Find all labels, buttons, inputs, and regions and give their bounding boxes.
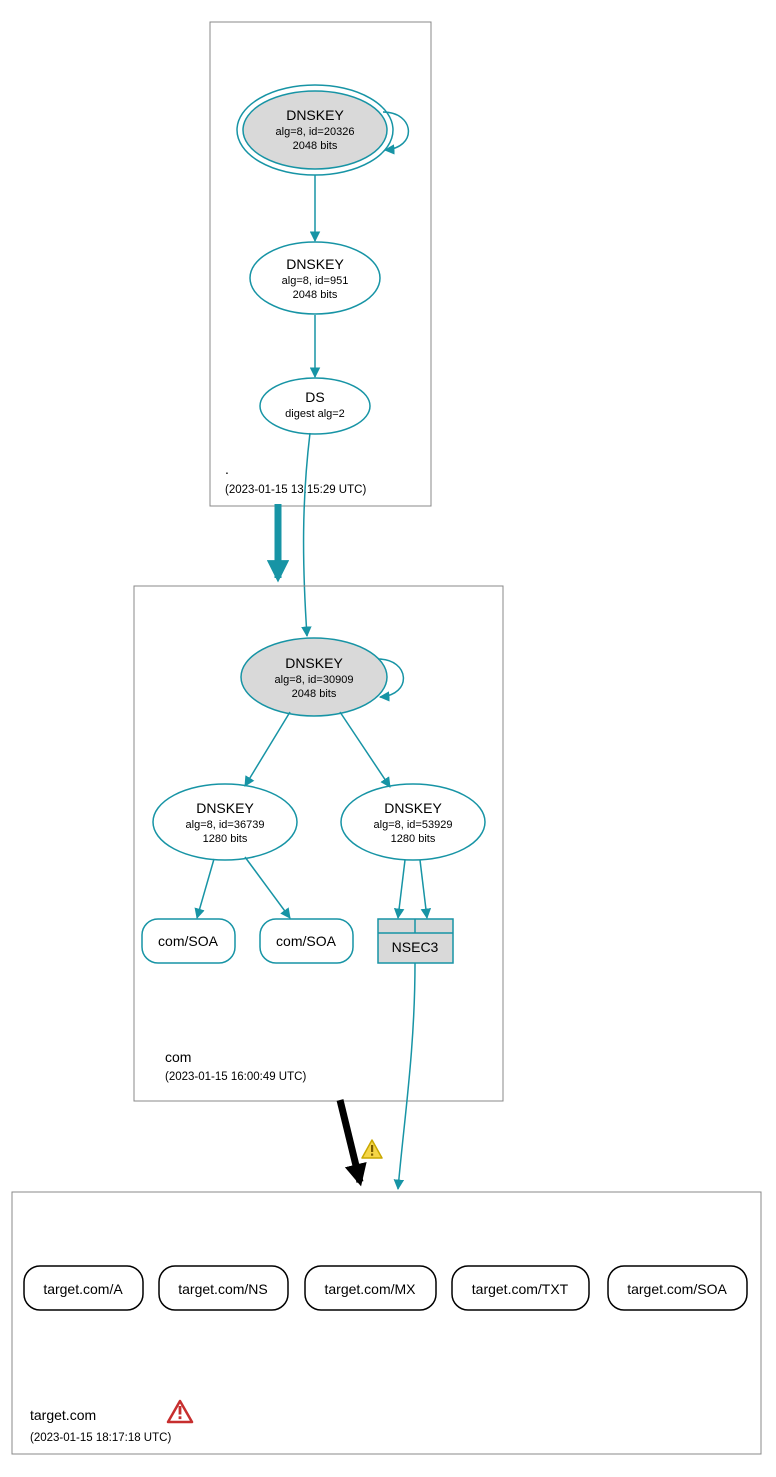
edge-com-zsk2-nsec3a [398,860,405,918]
node-target-soa: target.com/SOA [608,1266,747,1310]
svg-text:digest alg=2: digest alg=2 [285,408,345,420]
error-icon [168,1401,192,1422]
svg-text:1280 bits: 1280 bits [391,833,436,845]
svg-text:DNSKEY: DNSKEY [384,800,442,816]
node-target-a: target.com/A [24,1266,143,1310]
svg-text:DS: DS [305,389,324,405]
svg-text:alg=8, id=36739: alg=8, id=36739 [186,819,265,831]
svg-text:target.com/NS: target.com/NS [178,1281,267,1297]
svg-text:2048 bits: 2048 bits [293,140,338,152]
node-target-mx: target.com/MX [305,1266,436,1310]
zone-target-timestamp: (2023-01-15 18:17:18 UTC) [30,1432,171,1444]
node-root-ksk: DNSKEY alg=8, id=20326 2048 bits [237,85,393,175]
svg-text:com/SOA: com/SOA [276,933,337,949]
svg-text:2048 bits: 2048 bits [292,688,337,700]
node-target-ns: target.com/NS [159,1266,288,1310]
svg-text:NSEC3: NSEC3 [392,939,439,955]
svg-text:com/SOA: com/SOA [158,933,219,949]
edge-com-ksk-zsk1 [245,712,290,786]
edge-com-ksk-zsk2 [340,712,390,787]
warning-icon [362,1140,382,1158]
svg-text:DNSKEY: DNSKEY [196,800,254,816]
zone-root-label: . [225,461,229,477]
edge-com-zsk1-soa1 [197,859,214,918]
zone-com: com (2023-01-15 16:00:49 UTC) DNSKEY alg… [134,586,503,1101]
svg-text:alg=8, id=53929: alg=8, id=53929 [374,819,453,831]
edge-com-zsk1-soa2 [245,857,290,918]
zone-target-label: target.com [30,1407,96,1423]
zone-root: . (2023-01-15 13:15:29 UTC) DNSKEY alg=8… [210,22,431,506]
svg-text:alg=8, id=20326: alg=8, id=20326 [276,126,355,138]
edge-root-ds-com-ksk [304,433,310,636]
edge-com-target-delegation [340,1100,360,1182]
svg-text:2048 bits: 2048 bits [293,289,338,301]
svg-text:alg=8, id=30909: alg=8, id=30909 [275,674,354,686]
node-com-soa1: com/SOA [142,919,235,963]
node-com-zsk1: DNSKEY alg=8, id=36739 1280 bits [153,784,297,860]
svg-text:target.com/TXT: target.com/TXT [472,1281,569,1297]
zone-com-timestamp: (2023-01-15 16:00:49 UTC) [165,1071,306,1083]
svg-text:target.com/A: target.com/A [43,1281,123,1297]
zone-com-label: com [165,1049,191,1065]
svg-text:DNSKEY: DNSKEY [285,655,343,671]
zone-target: target.com (2023-01-15 18:17:18 UTC) tar… [12,1192,761,1454]
edge-com-zsk2-nsec3b [420,860,427,918]
dnssec-diagram: . (2023-01-15 13:15:29 UTC) DNSKEY alg=8… [0,0,776,1477]
node-com-nsec3: NSEC3 [378,919,453,963]
svg-text:target.com/SOA: target.com/SOA [627,1281,727,1297]
zone-root-timestamp: (2023-01-15 13:15:29 UTC) [225,484,366,496]
node-com-zsk2: DNSKEY alg=8, id=53929 1280 bits [341,784,485,860]
svg-text:target.com/MX: target.com/MX [324,1281,416,1297]
svg-text:DNSKEY: DNSKEY [286,256,344,272]
node-com-ksk: DNSKEY alg=8, id=30909 2048 bits [241,638,387,716]
node-com-soa2: com/SOA [260,919,353,963]
node-root-ds: DS digest alg=2 [260,378,370,434]
edge-com-nsec3-target [398,963,415,1189]
node-target-txt: target.com/TXT [452,1266,589,1310]
svg-text:DNSKEY: DNSKEY [286,107,344,123]
node-root-zsk: DNSKEY alg=8, id=951 2048 bits [250,242,380,314]
svg-text:alg=8, id=951: alg=8, id=951 [282,275,349,287]
svg-text:1280 bits: 1280 bits [203,833,248,845]
